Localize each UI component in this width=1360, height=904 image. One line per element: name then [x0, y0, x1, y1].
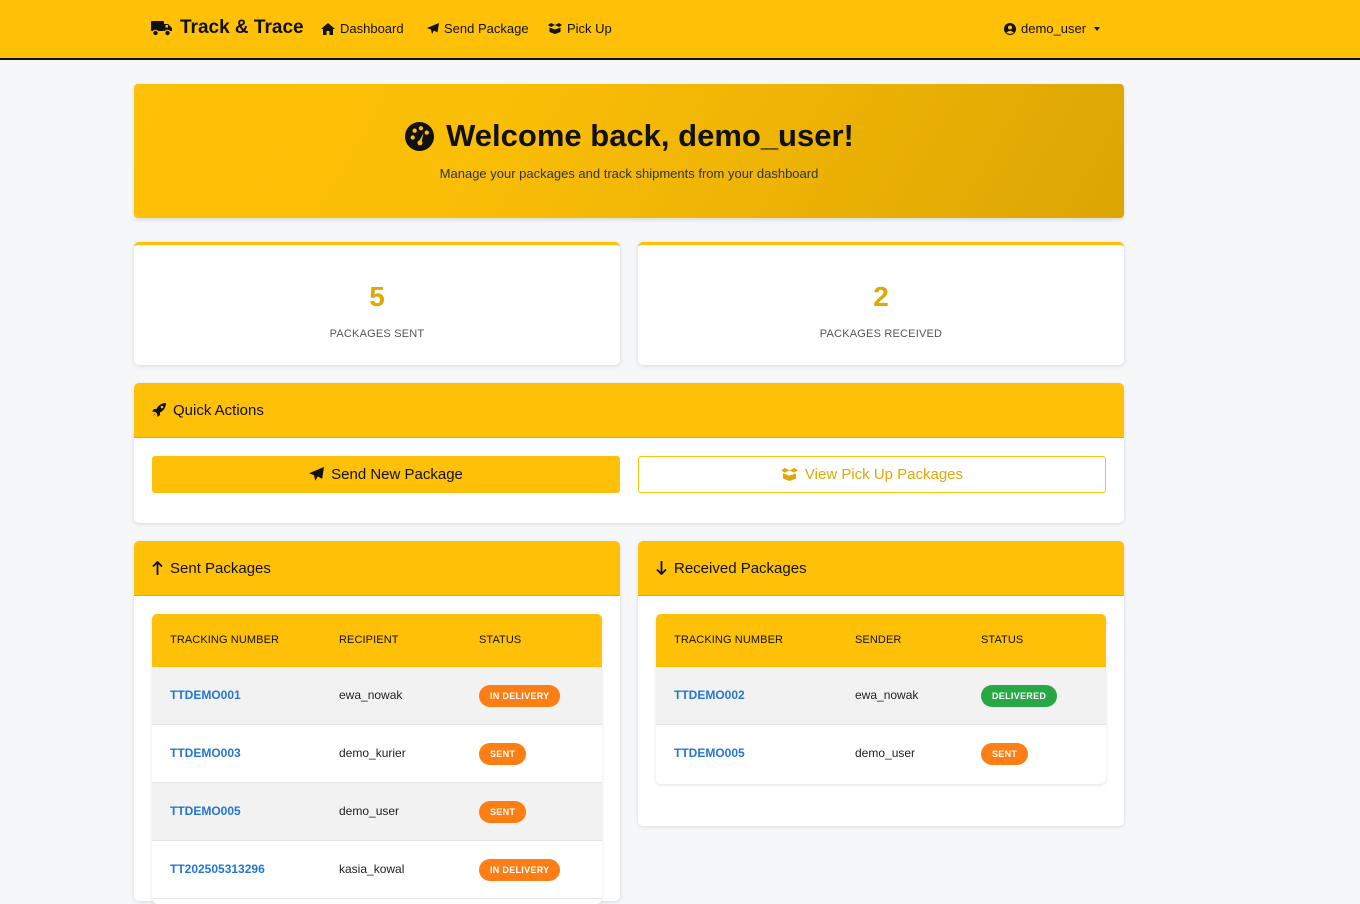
recipient-cell: demo_user: [339, 804, 400, 818]
stat-received-label: PACKAGES RECEIVED: [819, 328, 943, 340]
received-table-header: TRACKING NUMBER SENDER STATUS: [656, 614, 1106, 667]
nav-send-package-label: Send Package: [444, 21, 529, 36]
tracking-link[interactable]: TT202505313296: [170, 862, 265, 876]
recipient-cell: kasia_kowal: [339, 862, 405, 876]
table-row: TTDEMO005 demo_user SENT: [152, 783, 602, 841]
column-header: RECIPIENT: [339, 634, 399, 646]
table-row: TT202505313296 kasia_kowal IN DELIVERY: [152, 841, 602, 899]
status-badge: SENT: [479, 801, 527, 823]
view-pickup-packages-label: View Pick Up Packages: [804, 466, 964, 483]
paper-plane-icon: [309, 467, 325, 482]
sent-packages-table: TRACKING NUMBER RECIPIENT STATUS TTDEMO0…: [152, 614, 602, 904]
column-header: STATUS: [981, 634, 1024, 646]
view-pickup-packages-button[interactable]: View Pick Up Packages: [638, 456, 1106, 493]
status-badge: DELIVERED: [981, 685, 1058, 707]
stat-card-received: 2 PACKAGES RECEIVED: [638, 242, 1124, 365]
stat-received-value: 2: [873, 281, 889, 312]
welcome-title: Welcome back, demo_user!: [446, 118, 854, 153]
tracking-link[interactable]: TTDEMO003: [170, 746, 241, 760]
stat-sent-value: 5: [369, 281, 385, 312]
user-dropdown[interactable]: demo_user: [1004, 21, 1101, 36]
send-new-package-button[interactable]: Send New Package: [152, 456, 620, 493]
quick-actions-card: Quick Actions: [134, 383, 1124, 523]
brand-label: Track & Trace: [180, 17, 304, 38]
nav-pick-up[interactable]: Pick Up: [548, 21, 612, 36]
nav-pick-up-label: Pick Up: [567, 21, 612, 36]
quick-actions-header: Quick Actions: [134, 383, 1124, 438]
tracking-link[interactable]: TTDEMO005: [674, 746, 745, 760]
sender-cell: demo_user: [855, 746, 916, 760]
rocket-icon: [152, 403, 166, 417]
status-badge: SENT: [479, 743, 527, 765]
box-open-icon: [781, 468, 798, 481]
user-circle-icon: [1004, 22, 1016, 35]
column-header: TRACKING NUMBER: [170, 634, 280, 646]
status-badge: SENT: [981, 743, 1029, 765]
stat-card-sent: 5 PACKAGES SENT: [134, 242, 620, 365]
column-header: TRACKING NUMBER: [674, 634, 784, 646]
sender-cell: ewa_nowak: [855, 688, 919, 702]
quick-actions-title: Quick Actions: [173, 401, 264, 419]
tracking-link[interactable]: TTDEMO005: [170, 804, 241, 818]
tracking-link[interactable]: TTDEMO002: [674, 688, 745, 702]
table-row: TTDEMO005 demo_user SENT: [656, 725, 1106, 783]
sent-packages-title: Sent Packages: [170, 559, 271, 577]
table-row: TTDEMO002 ewa_nowak DELIVERED: [656, 667, 1106, 725]
paper-plane-icon: [427, 22, 439, 35]
recipient-cell: demo_kurier: [339, 746, 406, 760]
status-badge: IN DELIVERY: [479, 685, 561, 707]
tracking-link[interactable]: TTDEMO001: [170, 688, 241, 702]
arrow-up-icon: [152, 561, 163, 575]
caret-down-icon: [1094, 26, 1101, 31]
received-packages-header: Received Packages: [638, 541, 1124, 596]
user-name: demo_user: [1021, 21, 1087, 36]
arrow-down-icon: [656, 561, 667, 575]
tachometer-icon: [404, 121, 435, 152]
table-row: TTDEMO001 ewa_nowak IN DELIVERY: [152, 667, 602, 725]
nav-send-package[interactable]: Send Package: [427, 21, 529, 36]
welcome-subtitle: Manage your packages and track shipments…: [439, 166, 819, 181]
column-header: STATUS: [479, 634, 522, 646]
send-new-package-label: Send New Package: [331, 466, 463, 483]
truck-icon: [151, 19, 173, 37]
box-open-icon: [548, 23, 562, 34]
received-packages-title: Received Packages: [674, 559, 807, 577]
status-badge: IN DELIVERY: [479, 859, 561, 881]
top-navbar: Track & Trace Dashboard Send Package Pic…: [0, 0, 1360, 60]
nav-dashboard-label: Dashboard: [340, 21, 404, 36]
sent-table-header: TRACKING NUMBER RECIPIENT STATUS: [152, 614, 602, 667]
sent-packages-header: Sent Packages: [134, 541, 620, 596]
welcome-heading: Welcome back, demo_user!: [134, 118, 1124, 154]
column-header: SENDER: [855, 634, 902, 646]
table-row: TTDEMO003 demo_kurier SENT: [152, 725, 602, 783]
received-packages-table: TRACKING NUMBER SENDER STATUS TTDEMO002 …: [656, 614, 1106, 784]
stat-sent-label: PACKAGES SENT: [329, 328, 425, 340]
nav-dashboard[interactable]: Dashboard: [321, 21, 404, 36]
recipient-cell: ewa_nowak: [339, 688, 403, 702]
brand-link[interactable]: Track & Trace: [151, 17, 304, 39]
home-icon: [321, 22, 335, 35]
